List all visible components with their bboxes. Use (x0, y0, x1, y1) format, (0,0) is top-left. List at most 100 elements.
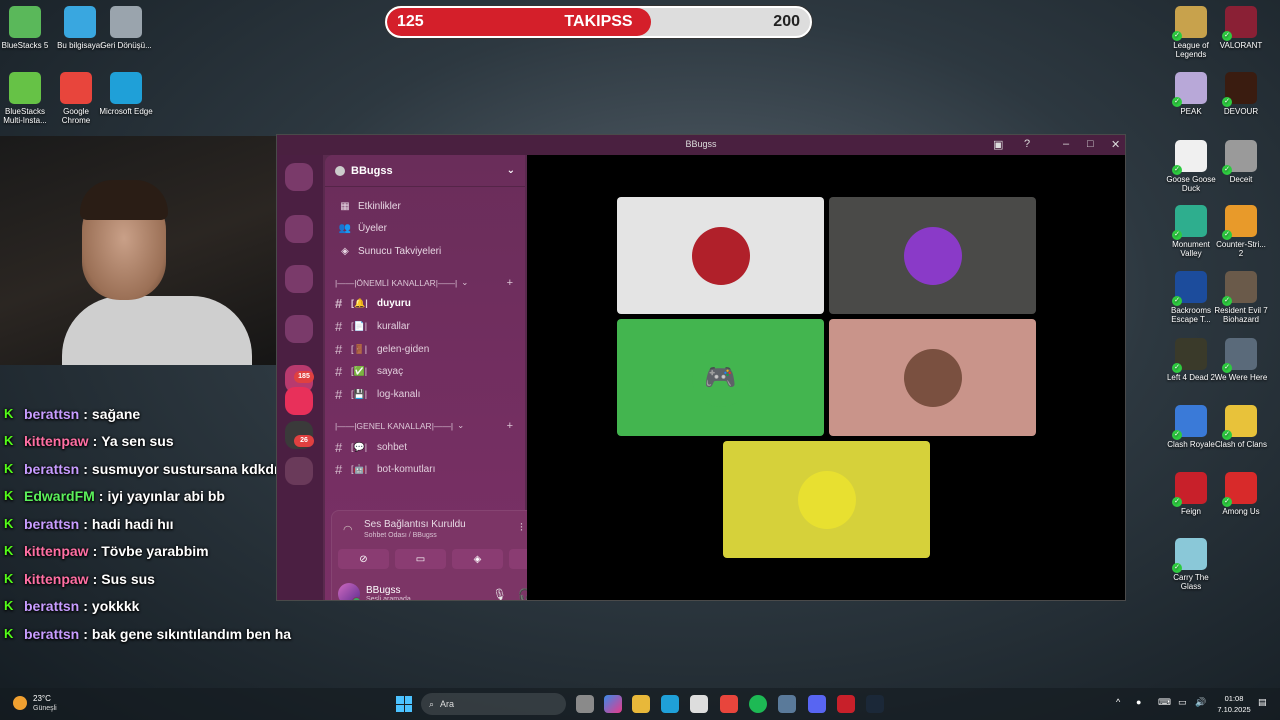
avatar[interactable] (338, 583, 361, 600)
bluestacks-icon[interactable] (778, 695, 796, 713)
channel-category[interactable]: |——|ÖNEMLİ KANALLAR|——| ⌄ + (325, 273, 525, 293)
desktop-shortcut[interactable]: Clash Royale (1163, 405, 1219, 449)
chat-username[interactable]: berattsn (24, 598, 79, 614)
desktop-shortcut[interactable]: Among Us (1213, 472, 1269, 516)
add-channel-icon[interactable]: + (507, 277, 513, 289)
soundboard-icon[interactable]: ⫶ (520, 522, 523, 535)
server-icon[interactable] (285, 215, 313, 243)
desktop-shortcut[interactable]: Left 4 Dead 2 (1163, 338, 1219, 382)
obs-icon[interactable] (837, 695, 855, 713)
desktop-shortcut[interactable]: BlueStacks 5 (0, 6, 53, 50)
desktop-shortcut[interactable]: Deceit (1213, 140, 1269, 184)
desktop-shortcut[interactable]: Google Chrome (48, 72, 104, 125)
notification-icon[interactable]: ▤ (1258, 697, 1267, 708)
chevron-down-icon[interactable]: ⌄ (461, 277, 468, 288)
screen-share-button[interactable]: ▭ (395, 549, 446, 569)
desktop-shortcut[interactable]: VALORANT (1213, 6, 1269, 50)
participant-tile[interactable] (829, 319, 1036, 436)
channel-item[interactable]: # [💾| log-kanalı (325, 383, 525, 406)
desktop-shortcut[interactable]: We Were Here (1213, 338, 1269, 382)
channel-item[interactable]: # [📄| kurallar (325, 315, 525, 338)
weather-icon[interactable] (13, 696, 27, 710)
server-header[interactable]: BBugss ⌄ (325, 155, 525, 187)
discord-window[interactable]: BBugss ▣ ? – □ ✕ 185 26 BBugss ⌄ ▦ Etkinl… (276, 134, 1126, 601)
hashtag-icon: # (335, 319, 343, 335)
user-name[interactable]: BBugss (366, 585, 411, 596)
chevron-down-icon[interactable]: ⌄ (457, 420, 464, 431)
voice-channel-path[interactable]: Sohbet Odası / BBugss (364, 532, 437, 539)
chat-username[interactable]: berattsn (24, 516, 79, 532)
chevron-down-icon[interactable]: ⌄ (507, 165, 515, 176)
channel-item[interactable]: # [✅| sayaç (325, 361, 525, 384)
minimize-button[interactable]: – (1063, 138, 1069, 150)
file-explorer-icon[interactable] (632, 695, 650, 713)
server-icon[interactable] (285, 163, 313, 191)
desktop-shortcut[interactable]: PEAK (1163, 72, 1219, 116)
desktop-shortcut[interactable]: Microsoft Edge (98, 72, 154, 116)
desktop-shortcut[interactable]: League of Legends (1163, 6, 1219, 59)
desktop-shortcut[interactable]: Geri Dönüşü... (98, 6, 154, 50)
participant-tile[interactable] (617, 197, 824, 314)
participant-tile[interactable] (829, 197, 1036, 314)
participant-tile[interactable] (723, 441, 930, 558)
server-icon[interactable] (285, 265, 313, 293)
desktop-shortcut[interactable]: Carry The Glass (1163, 538, 1219, 591)
desktop-shortcut[interactable]: DEVOUR (1213, 72, 1269, 116)
maximize-button[interactable]: □ (1087, 138, 1094, 150)
participant-tile[interactable]: 🎮 (617, 319, 824, 436)
chevron-up-icon[interactable]: ^ (1116, 697, 1120, 707)
language-icon[interactable]: ⌨ (1158, 697, 1171, 708)
inbox-icon[interactable]: ▣ (993, 138, 1003, 151)
server-menu-item[interactable]: ▦ Etkinlikler (325, 195, 525, 218)
microphone-icon[interactable]: 🎙 (492, 588, 506, 601)
discord-titlebar[interactable]: BBugss ▣ ? – □ ✕ (277, 135, 1125, 155)
channel-item[interactable]: # [🤖| bot-komutları (325, 459, 525, 482)
steam-icon[interactable] (866, 695, 884, 713)
close-button[interactable]: ✕ (1111, 138, 1120, 151)
edge-icon[interactable] (661, 695, 679, 713)
desktop-shortcut[interactable]: Counter-Stri... 2 (1213, 205, 1269, 258)
camera-off-button[interactable]: ⊘ (338, 549, 389, 569)
server-icon[interactable] (285, 457, 313, 485)
chat-username[interactable]: EdwardFM (24, 488, 95, 504)
channel-item[interactable]: # [🚪| gelen-giden (325, 338, 525, 361)
volume-icon[interactable]: 🔊 (1195, 697, 1206, 708)
spotify-icon[interactable] (749, 695, 767, 713)
task-view-icon[interactable] (576, 695, 594, 713)
network-icon[interactable]: ▭ (1178, 697, 1187, 708)
desktop-shortcut[interactable]: Monument Valley (1163, 205, 1219, 258)
tray-app-icon[interactable]: ● (1136, 697, 1141, 707)
chat-username[interactable]: berattsn (24, 461, 79, 477)
add-channel-icon[interactable]: + (507, 420, 513, 432)
desktop-shortcut[interactable]: Feign (1163, 472, 1219, 516)
weather-condition[interactable]: Güneşli (33, 705, 57, 712)
server-menu-item[interactable]: ◈ Sunucu Takviyeleri (325, 240, 525, 263)
activity-button[interactable]: ◈ (452, 549, 503, 569)
help-icon[interactable]: ? (1024, 138, 1030, 150)
channel-category[interactable]: |——|GENEL KANALLAR|——| ⌄ + (325, 416, 525, 436)
server-menu-item[interactable]: 👥 Üyeler (325, 218, 525, 241)
desktop-shortcut[interactable]: Clash of Clans (1213, 405, 1269, 449)
channel-item[interactable]: # [🔔| duyuru (325, 293, 525, 316)
start-button[interactable] (396, 696, 412, 712)
chat-username[interactable]: kittenpaw (24, 433, 89, 449)
search-input[interactable]: ⌕ Ara (421, 693, 566, 715)
chat-username[interactable]: kittenpaw (24, 543, 89, 559)
copilot-icon[interactable] (604, 695, 622, 713)
chat-username[interactable]: berattsn (24, 406, 79, 422)
channel-item[interactable]: # [💬| sohbet (325, 436, 525, 459)
system-clock[interactable]: 01:08 7.10.2025 (1214, 693, 1254, 715)
chat-username[interactable]: berattsn (24, 626, 79, 642)
desktop-shortcut[interactable]: Backrooms Escape T... (1163, 271, 1219, 324)
chat-username[interactable]: kittenpaw (24, 571, 89, 587)
weather-temp[interactable]: 23°C (33, 694, 51, 703)
discord-icon[interactable] (808, 695, 826, 713)
follower-goal-current: 125 (397, 13, 424, 30)
server-icon[interactable] (285, 387, 313, 415)
desktop-shortcut[interactable]: Goose Goose Duck (1163, 140, 1219, 193)
server-icon[interactable] (285, 315, 313, 343)
desktop-shortcut[interactable]: Resident Evil 7 Biohazard (1213, 271, 1269, 324)
chrome-icon[interactable] (720, 695, 738, 713)
store-icon[interactable] (690, 695, 708, 713)
desktop-shortcut[interactable]: BlueStacks Multi-Insta... (0, 72, 53, 125)
